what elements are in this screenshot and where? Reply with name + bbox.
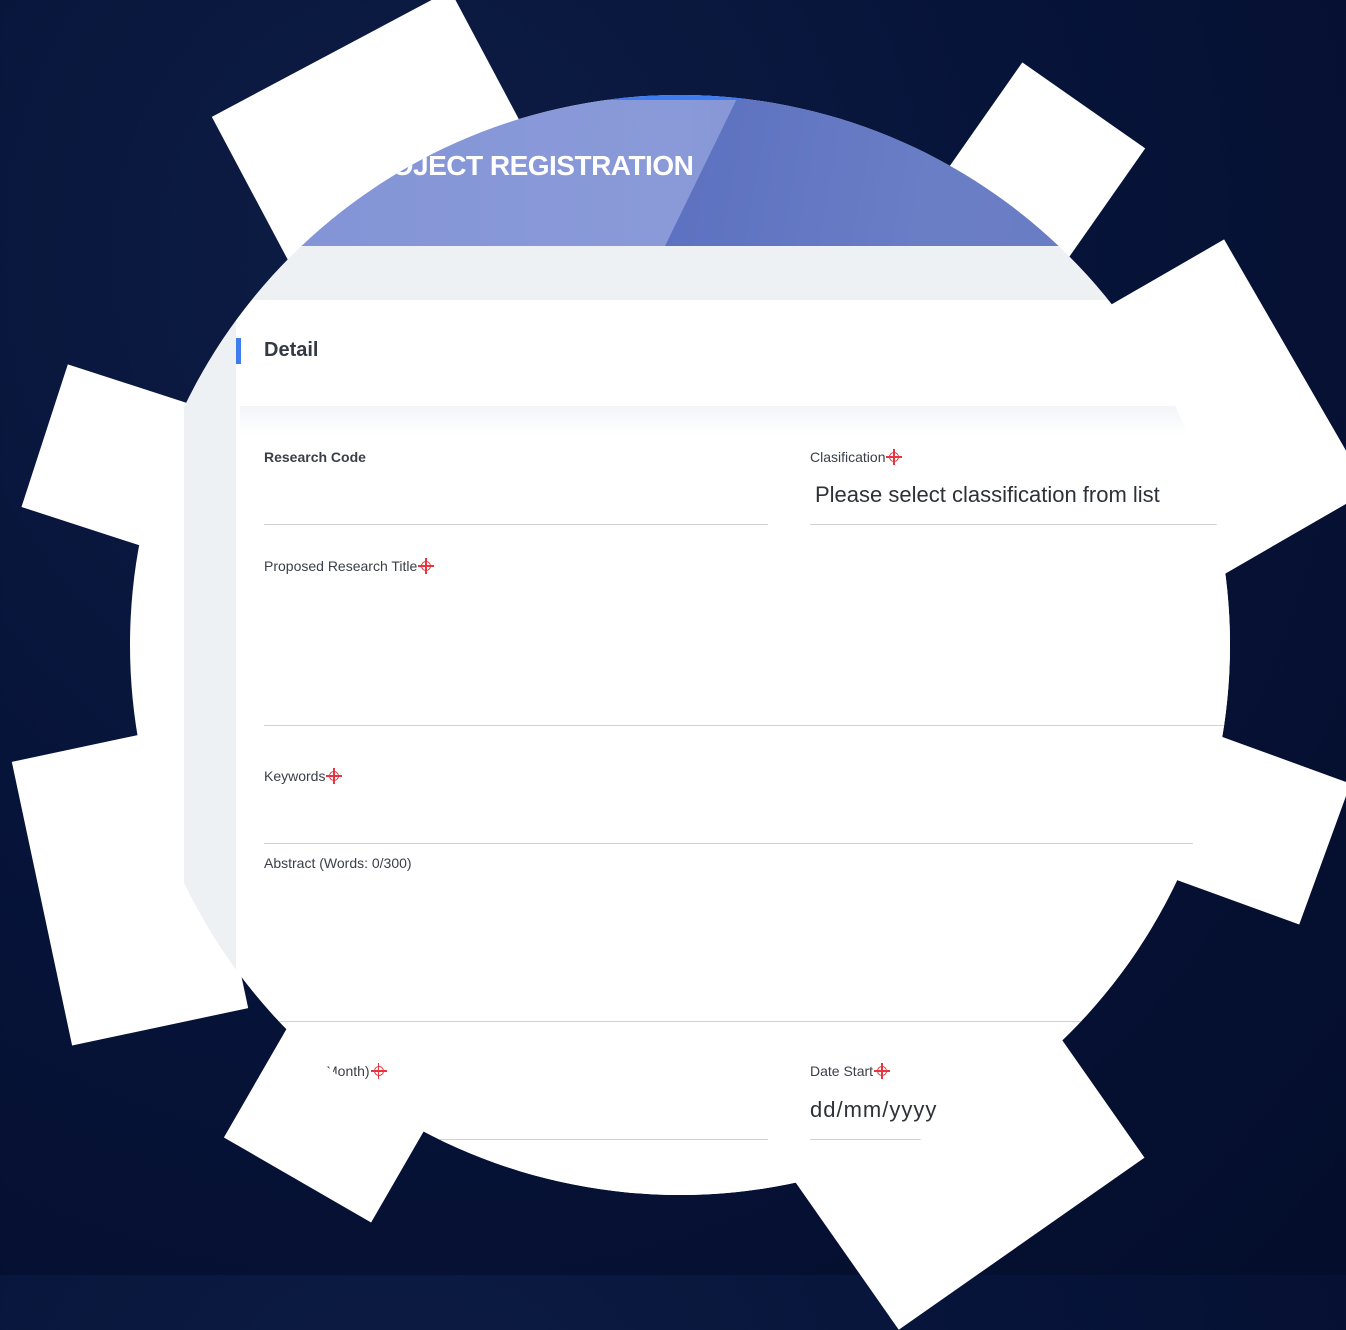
research-code-label: Research Code — [264, 449, 366, 465]
classification-select[interactable]: Please select classification from list — [815, 482, 1160, 508]
research-code-underline — [264, 524, 768, 525]
abstract-underline — [264, 1021, 1164, 1022]
header-accent-line — [560, 95, 820, 100]
date-start-input[interactable]: dd/mm/yyyy — [810, 1097, 937, 1123]
required-icon — [418, 558, 435, 574]
abstract-textarea[interactable] — [264, 882, 1164, 1020]
section-title: Detail — [264, 339, 319, 361]
page-header: ROJECT REGISTRATION — [130, 95, 1230, 246]
section-accent-bar — [236, 338, 241, 364]
research-code-field[interactable] — [264, 475, 768, 523]
required-icon — [874, 1063, 891, 1079]
abstract-label-text: Abstract (Words: 0/300) — [264, 855, 412, 871]
classification-label-text: Clasification — [810, 449, 886, 465]
required-icon — [326, 768, 343, 784]
abstract-label: Abstract (Words: 0/300) — [264, 855, 412, 871]
left-gutter — [184, 300, 236, 1000]
section-divider — [240, 406, 1185, 436]
proposed-title-label: Proposed Research Title — [264, 558, 435, 574]
date-start-label: Date Start — [810, 1063, 891, 1079]
classification-label: Clasification — [810, 449, 903, 465]
stage: ROJECT REGISTRATION Detail Research Code… — [0, 0, 1346, 1330]
required-icon — [370, 1063, 387, 1079]
required-icon — [886, 449, 903, 465]
proposed-title-textarea[interactable] — [264, 585, 1226, 723]
proposed-title-underline — [264, 725, 1226, 726]
form-screenshot: ROJECT REGISTRATION Detail Research Code… — [130, 95, 1230, 1195]
proposed-title-label-text: Proposed Research Title — [264, 558, 418, 574]
classification-underline — [810, 524, 1218, 525]
date-start-label-text: Date Start — [810, 1063, 874, 1079]
date-start-underline — [810, 1139, 924, 1140]
keywords-input[interactable] — [264, 794, 1194, 842]
keywords-underline — [264, 843, 1194, 844]
research-code-label-text: Research Code — [264, 449, 366, 465]
keywords-label-text: Keywords — [264, 768, 326, 784]
keywords-label: Keywords — [264, 768, 343, 784]
